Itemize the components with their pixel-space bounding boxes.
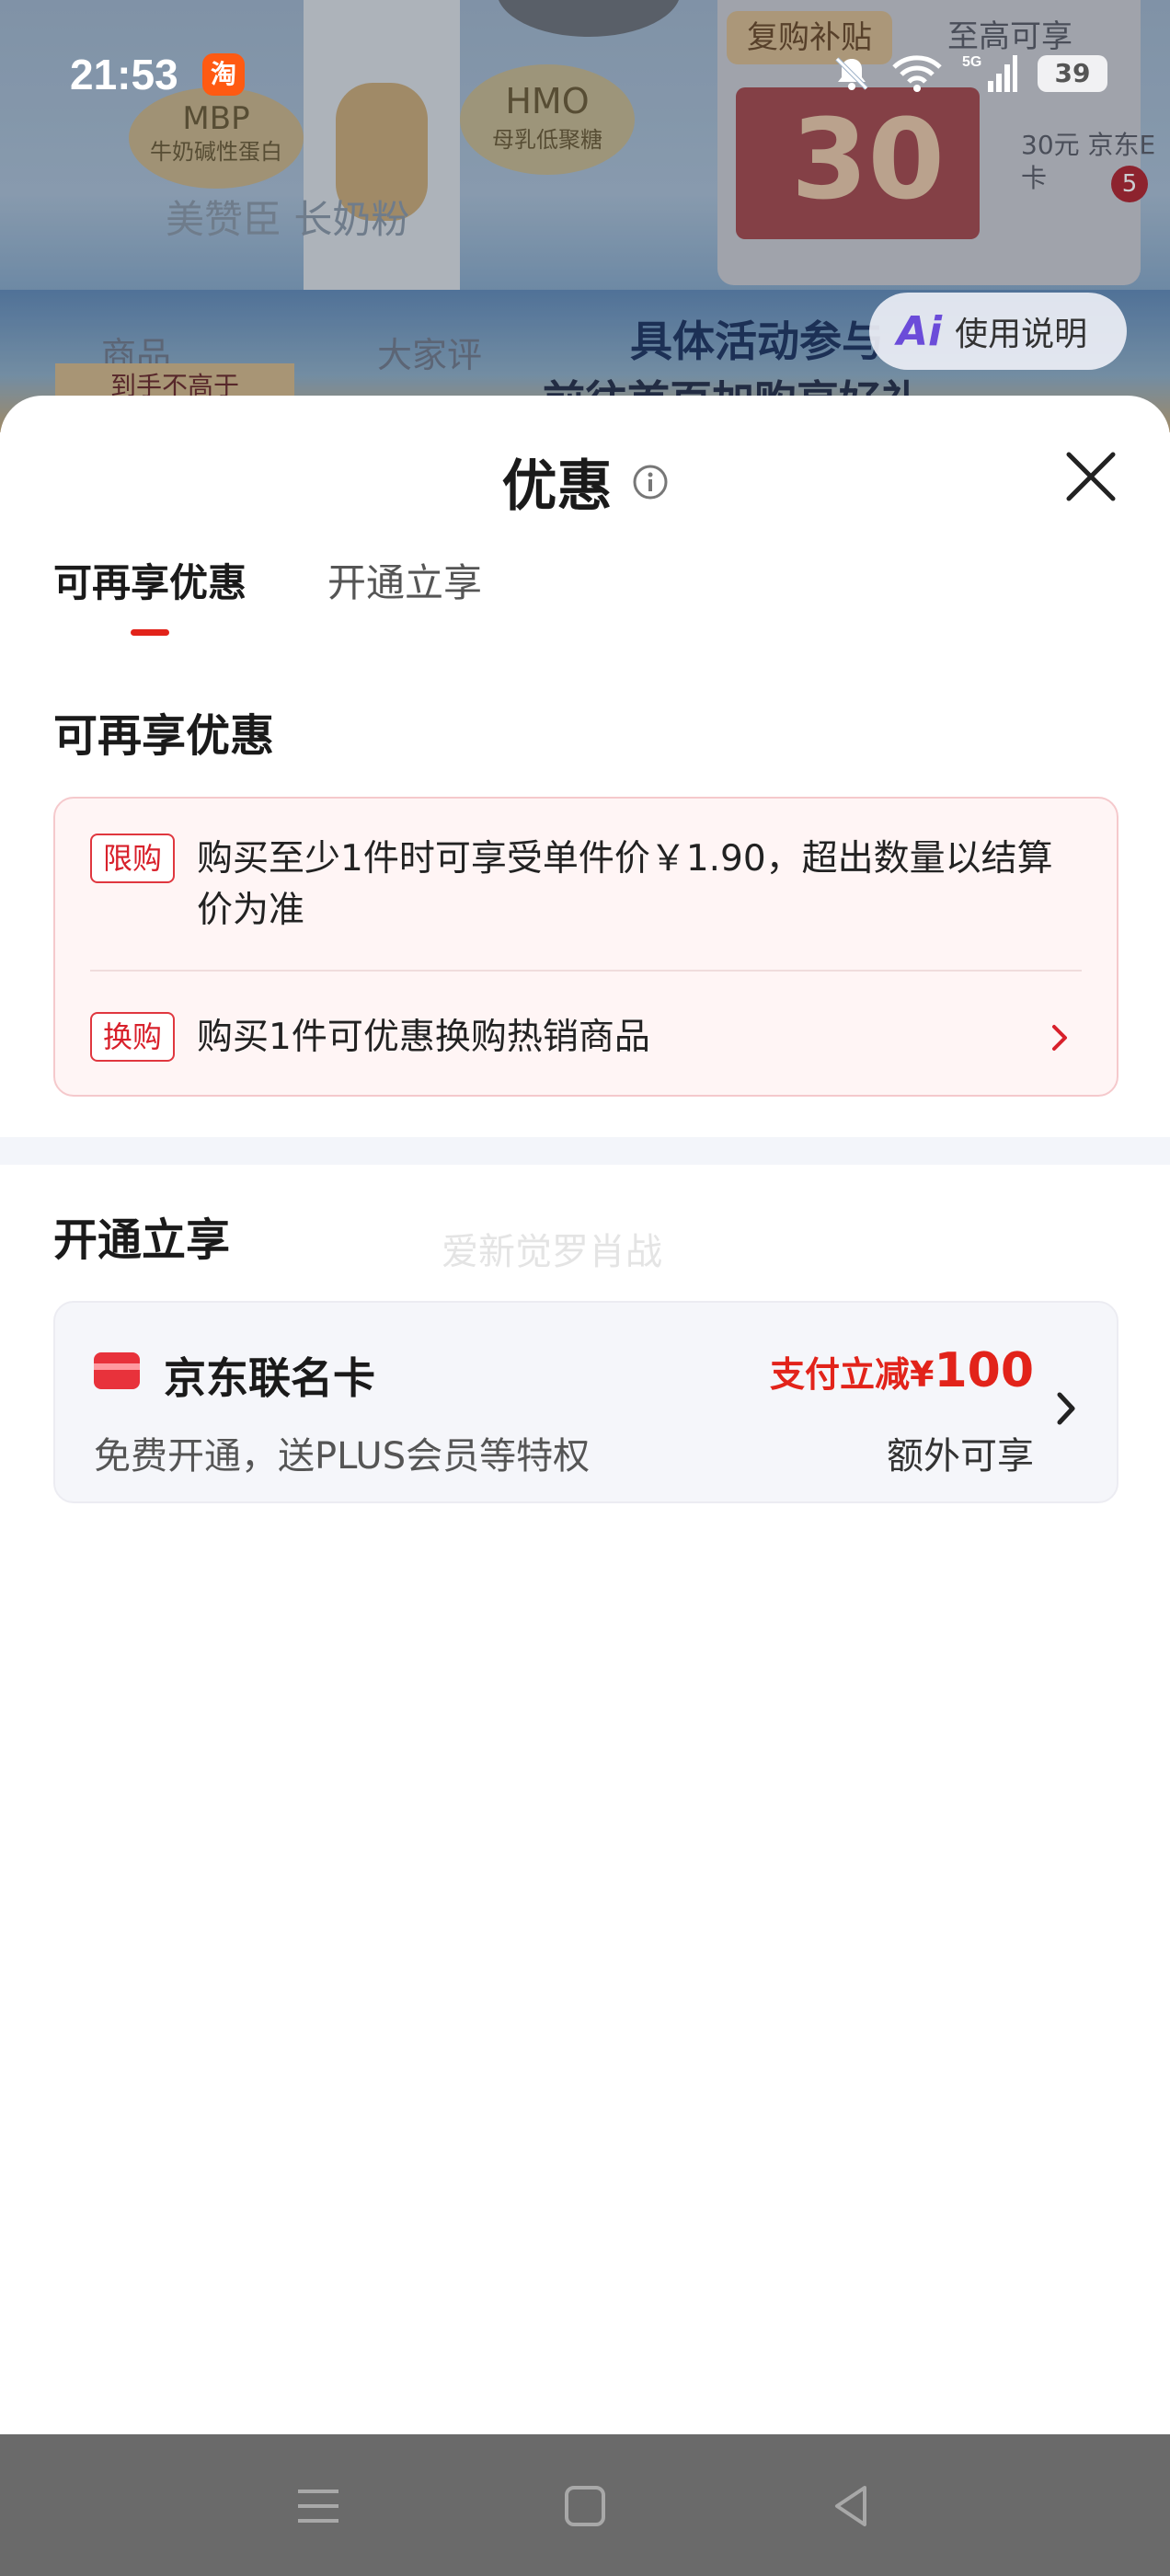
card-extra-label: 额外可享 (887, 1435, 1034, 1478)
close-icon[interactable] (1063, 449, 1118, 504)
tab-open-enjoy[interactable]: 开通立享 (327, 552, 482, 636)
card-discount-value: 100 (934, 1343, 1034, 1398)
mute-bell-icon (835, 57, 868, 90)
promo-item-limit: 限购 购买至少1件时可享受单件价￥1.90，超出数量以结算价为准 (90, 834, 1082, 937)
promo-item-exchange[interactable]: 换购 购买1件可优惠换购热销商品 (90, 1012, 1034, 1064)
section-title-reenjoy: 可再享优惠 (53, 710, 275, 762)
section-separator (0, 1137, 1170, 1165)
signal-5g-icon: 5G (962, 54, 1017, 92)
card-discount: 支付立减¥100 (770, 1343, 1034, 1398)
promo-text-exchange: 购买1件可优惠换购热销商品 (197, 1017, 650, 1058)
watermark: 爱新觉罗肖战 (442, 1231, 662, 1273)
card-description: 免费开通，送PLUS会员等特权 (94, 1435, 591, 1478)
status-icons: 5G 39 (832, 53, 1107, 94)
card-discount-prefix: 支付立减¥ (770, 1354, 935, 1395)
system-nav-bar (0, 2434, 1170, 2576)
taobao-app-icon: 淘 (202, 53, 245, 96)
status-time: 21:53 (70, 51, 178, 98)
promo-box: 限购 购买至少1件时可享受单件价￥1.90，超出数量以结算价为准 换购 购买1件… (53, 797, 1118, 1097)
status-bar: 21:53 淘 5G 39 (0, 46, 1170, 110)
ai-instructions-button[interactable]: Ai 使用说明 (869, 293, 1127, 370)
chevron-right-icon[interactable] (1052, 1387, 1080, 1430)
card-name: 京东联名卡 (164, 1353, 375, 1403)
back-icon[interactable] (824, 2480, 879, 2532)
ai-icon: Ai (897, 307, 943, 355)
menu-icon[interactable] (291, 2480, 346, 2532)
discount-sheet: 优惠 可再享优惠 开通立享 可再享优惠 限购 购买至少1件时可享受单件价￥1.9… (0, 396, 1170, 2434)
wifi-icon (892, 55, 942, 92)
sheet-header: 优惠 (0, 396, 1170, 543)
battery-indicator: 39 (1038, 55, 1107, 92)
chevron-right-icon[interactable] (1047, 1019, 1072, 1056)
sheet-tabs: 可再享优惠 开通立享 (53, 552, 482, 636)
info-icon[interactable] (632, 464, 669, 500)
promo-text-limit: 购买至少1件时可享受单件价￥1.90，超出数量以结算价为准 (197, 838, 1053, 931)
tab-reenjoy[interactable]: 可再享优惠 (53, 552, 247, 636)
jd-cobrand-card-offer[interactable]: 京东联名卡 免费开通，送PLUS会员等特权 支付立减¥100 额外可享 (53, 1301, 1118, 1503)
ai-button-label: 使用说明 (955, 316, 1088, 353)
sheet-title: 优惠 (501, 454, 613, 519)
svg-text:5G: 5G (962, 54, 981, 70)
home-icon[interactable] (557, 2480, 613, 2532)
promo-divider (90, 970, 1082, 972)
section-title-open: 开通立享 (53, 1214, 231, 1266)
sheet-title-wrap: 优惠 (0, 442, 1170, 522)
promo-tag-limit: 限购 (90, 834, 175, 883)
card-icon (94, 1352, 140, 1389)
promo-tag-exchange: 换购 (90, 1012, 175, 1062)
